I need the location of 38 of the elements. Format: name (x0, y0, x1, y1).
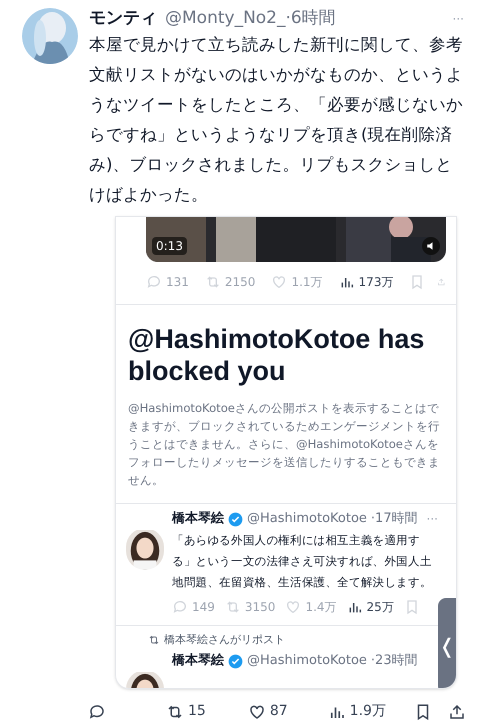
post-text: 本屋で見かけて立ち読みした新刊に関して、参考文献リストがないのはいかがなものか、というようなツイートをしたところ、「必要が感じないからですね」というようなリプを頂き(現在削除済み)、ブロックされました。リプもスクショしとけばよかった。 (89, 34, 464, 206)
post-time: ·23時間 (370, 652, 418, 670)
reply-icon[interactable] (88, 702, 106, 720)
post-time: ·17時間 (370, 510, 418, 528)
user-name[interactable]: 橋本琴絵 (172, 509, 224, 529)
blocked-message: @HashimotoKotoeさんの公開ポストを表示することはできますが、ブロックされているためエンゲージメントを行うことはできません。さらに、@HashimotoKotoeさんをフォローしたりメッセージを送信したりすることもできません。 (128, 400, 441, 489)
views-count: 25万 (366, 599, 394, 616)
user-name[interactable]: 橋本琴絵 (172, 651, 224, 671)
reply-count: 131 (166, 274, 189, 291)
like-count: 87 (270, 702, 288, 721)
user-name[interactable]: モンティ (89, 6, 157, 32)
side-handle[interactable]: ❬ (438, 598, 456, 688)
blocked-title: @HashimotoKotoe has blocked you (128, 323, 426, 387)
views-count: 1.9万 (350, 702, 386, 721)
user-handle[interactable]: @HashimotoKotoe (247, 651, 367, 671)
mute-icon[interactable] (422, 237, 440, 255)
reply-count: 149 (192, 599, 215, 616)
repost-note: 橋本琴絵さんがリポスト (164, 632, 285, 648)
repost-icon[interactable] (148, 634, 160, 646)
more-icon[interactable]: ··· (428, 10, 464, 28)
user-handle[interactable]: @HashimotoKotoe (247, 509, 367, 529)
verified-badge-icon (228, 654, 243, 668)
repost-count: 15 (188, 702, 206, 721)
repost-count: 2150 (224, 274, 256, 291)
verified-badge-icon (228, 512, 243, 526)
repost-count: 3150 (244, 599, 276, 616)
like-count: 1.4万 (305, 599, 337, 616)
repost-icon[interactable] (166, 702, 184, 720)
video-duration: 0:13 (152, 237, 187, 255)
post-text: 「あらゆる外国人の権利には相互主義を適用する」という一文の法律さえ可決すれば、外国人土地問題、在留資格、生活保護、全て解決します。 (172, 532, 433, 591)
post-time: ·6時間 (286, 7, 336, 30)
views-count: 173万 (358, 274, 394, 291)
share-icon[interactable] (448, 702, 466, 720)
heart-icon[interactable] (248, 702, 266, 720)
more-icon[interactable]: ··· (426, 510, 438, 528)
like-count: 1.1万 (291, 274, 323, 291)
avatar[interactable] (22, 8, 78, 64)
user-handle[interactable]: @Monty_No2_ (165, 6, 286, 32)
